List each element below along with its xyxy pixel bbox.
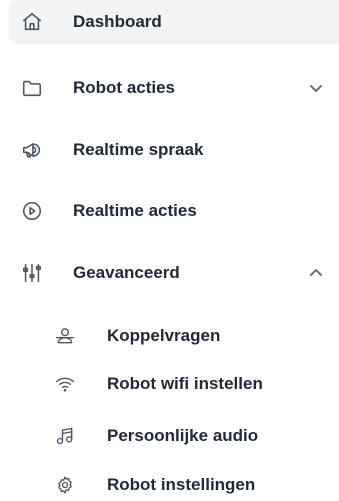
play-circle-icon [21, 200, 43, 222]
sub-item-robot-wifi[interactable]: Robot wifi instellen [40, 366, 339, 402]
nav-item-realtime-spraak[interactable]: Realtime spraak [9, 128, 339, 172]
sidebar-nav: Dashboard Robot acties Realtime spraak R… [0, 0, 339, 501]
nav-label-geavanceerd: Geavanceerd [73, 263, 180, 282]
sub-label-persoonlijke-audio: Persoonlijke audio [107, 426, 259, 445]
sub-item-persoonlijke-audio[interactable]: Persoonlijke audio [40, 418, 339, 454]
sub-item-robot-instellingen[interactable]: Robot instellingen [40, 467, 339, 501]
nav-item-robot-acties[interactable]: Robot acties [9, 66, 339, 110]
folder-icon [21, 77, 43, 99]
nav-label-dashboard: Dashboard [73, 12, 162, 31]
nav-label-robot-acties: Robot acties [73, 78, 176, 97]
megaphone-icon [21, 139, 43, 161]
home-icon [21, 11, 43, 33]
nav-item-dashboard[interactable]: Dashboard [9, 0, 339, 44]
nav-item-geavanceerd[interactable]: Geavanceerd [9, 251, 339, 295]
nav-label-realtime-acties: Realtime acties [73, 201, 197, 220]
nav-label-realtime-spraak: Realtime spraak [73, 140, 204, 159]
gear-icon [55, 475, 75, 495]
chevron-up-icon[interactable] [309, 266, 323, 280]
wifi-icon [55, 374, 75, 394]
nav-item-realtime-acties[interactable]: Realtime acties [9, 189, 339, 233]
chevron-down-icon[interactable] [309, 81, 323, 95]
users-icon [55, 326, 75, 346]
sub-label-robot-instellingen: Robot instellingen [107, 475, 256, 494]
sub-label-robot-wifi: Robot wifi instellen [107, 374, 263, 393]
sub-label-koppelvragen: Koppelvragen [107, 326, 221, 345]
music-icon [55, 426, 75, 446]
sliders-icon [21, 262, 43, 284]
sub-item-koppelvragen[interactable]: Koppelvragen [40, 318, 339, 354]
